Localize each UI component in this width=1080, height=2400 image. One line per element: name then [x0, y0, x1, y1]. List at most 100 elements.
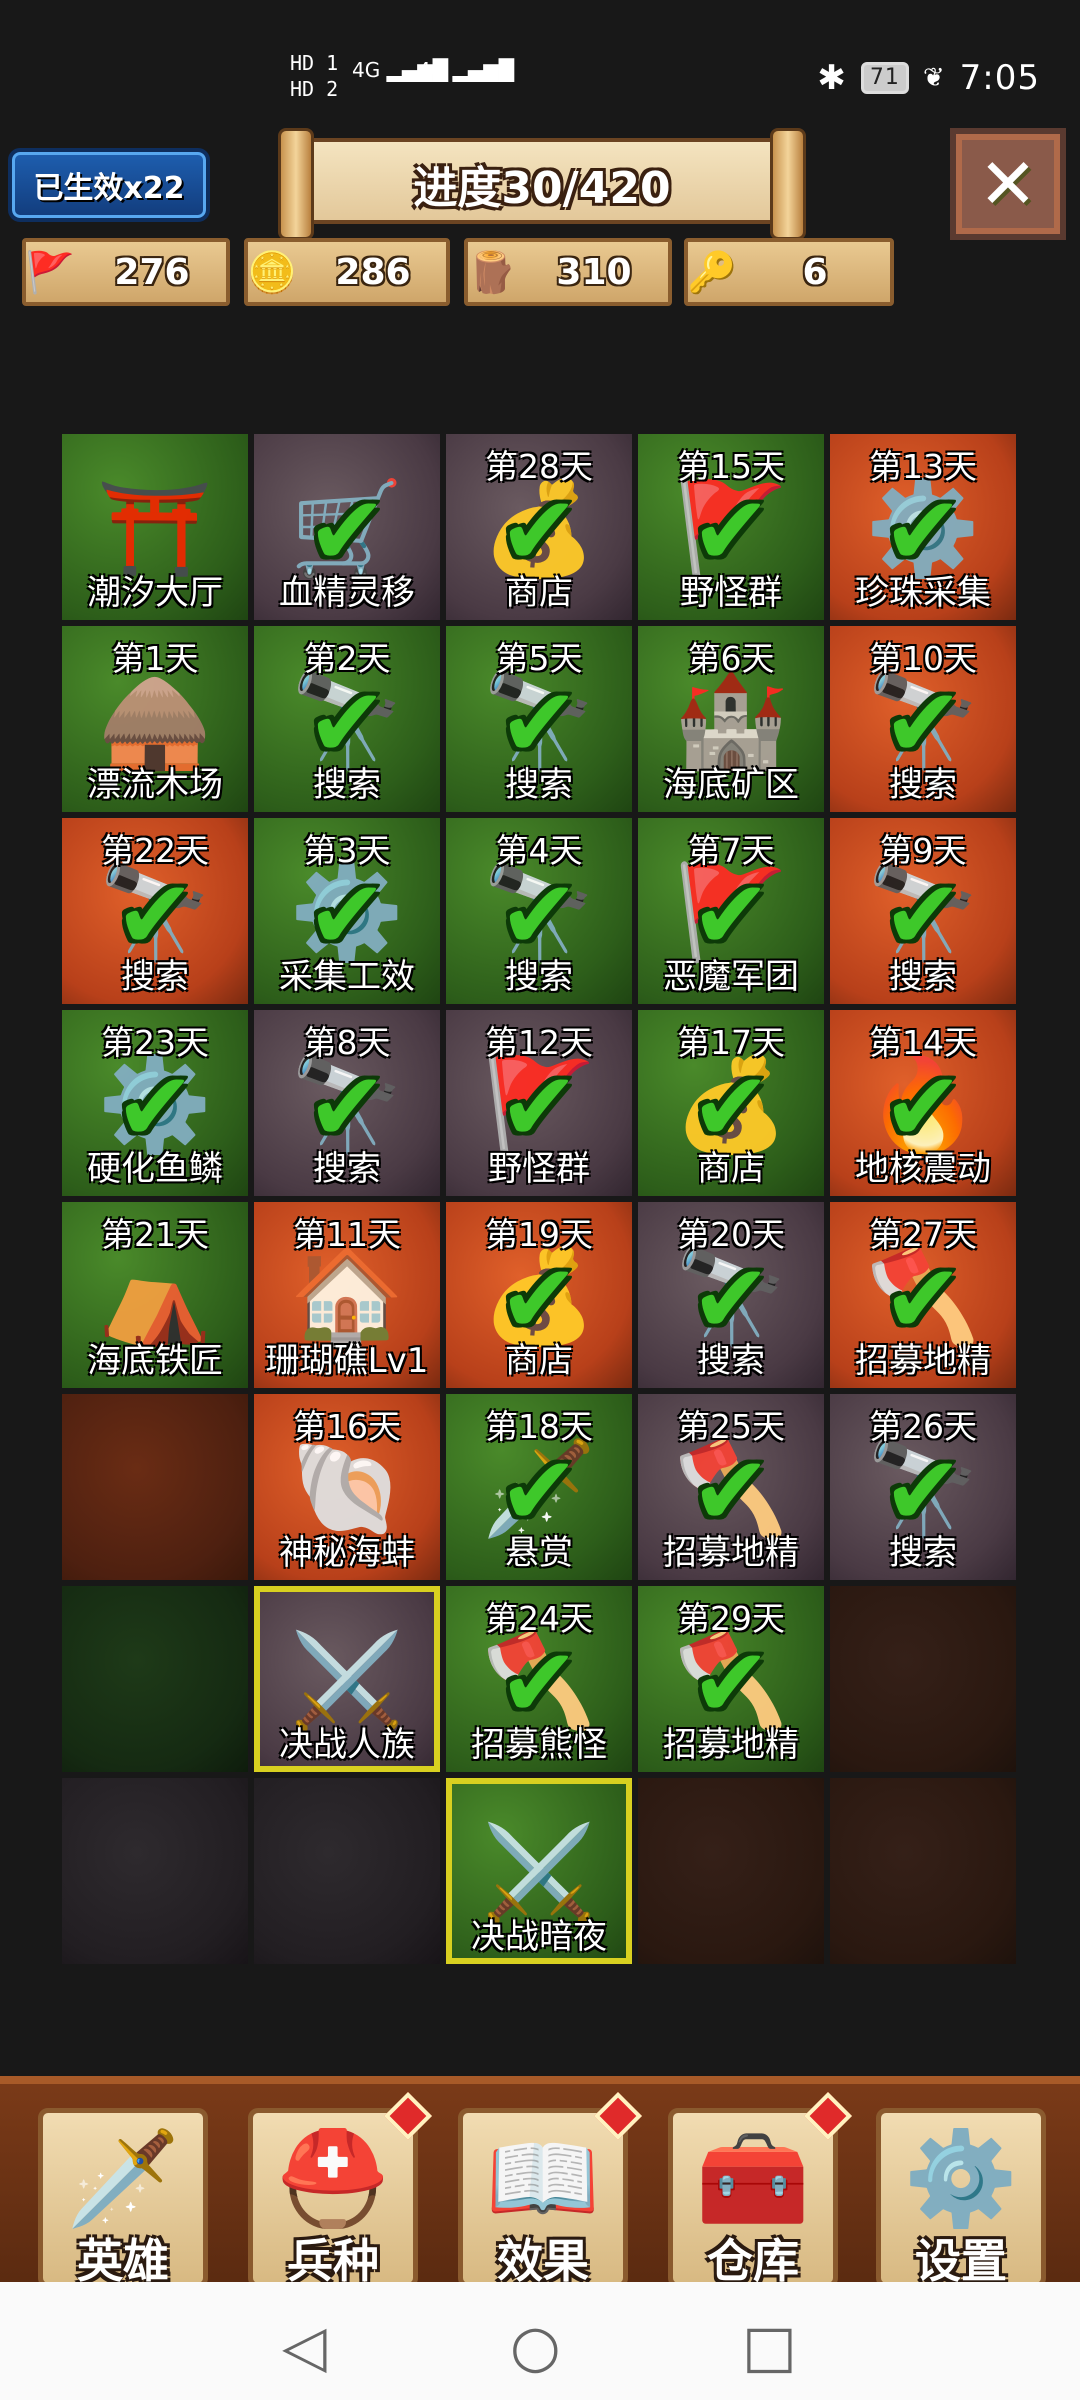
map-tile[interactable]: 🚩 ✔ 第7天 恶魔军团 [638, 818, 824, 1004]
map-tile[interactable]: 🪓 ✔ 第25天 招募地精 [638, 1394, 824, 1580]
tile-name-label: 搜索 [505, 765, 573, 805]
tile-name-label: 地核震动 [855, 1149, 991, 1189]
nav-settings-button[interactable]: ⚙️ 设置 [876, 2108, 1046, 2288]
map-tile[interactable]: 🔭 ✔ 第26天 搜索 [830, 1394, 1016, 1580]
map-tile[interactable] [62, 1394, 248, 1580]
tile-name-label: 采集工效 [279, 957, 415, 997]
status-bar: HD 1 HD 2 4G ▂▄▆█ 4G ▂▄▆█ ✱ 71 ❦ 7:05 [0, 0, 1080, 120]
home-icon[interactable]: ○ [510, 2312, 561, 2380]
map-tile[interactable]: 🔭 ✔ 第22天 搜索 [62, 818, 248, 1004]
map-tile[interactable] [830, 1778, 1016, 1964]
tile-day-label: 第24天 [485, 1599, 593, 1638]
map-tile[interactable]: 🏠 第11天 珊瑚礁Lv1 [254, 1202, 440, 1388]
map-tile[interactable]: 💰 ✔ 第17天 商店 [638, 1010, 824, 1196]
map-tile[interactable]: 💰 ✔ 第28天 商店 [446, 434, 632, 620]
tile-day-label: 第19天 [485, 1215, 593, 1254]
map-tile[interactable]: 🔭 ✔ 第2天 搜索 [254, 626, 440, 812]
resource-gold: 🪙 286 [244, 238, 450, 306]
map-tile[interactable]: ⚙️ ✔ 第3天 采集工效 [254, 818, 440, 1004]
tile-day-label: 第10天 [869, 639, 977, 678]
tile-name-label: 搜索 [121, 957, 189, 997]
tile-name-label: 搜索 [505, 957, 573, 997]
tile-name-label: 珊瑚礁Lv1 [265, 1341, 429, 1381]
map-tile[interactable]: ⛩️ 潮汐大厅 [62, 434, 248, 620]
map-tile[interactable]: 🚩 ✔ 第12天 野怪群 [446, 1010, 632, 1196]
tile-name-label: 恶魔军团 [663, 957, 799, 997]
bluetooth-icon: ✱ [817, 58, 847, 98]
map-tile[interactable] [830, 1586, 1016, 1772]
tile-day-label: 第25天 [677, 1407, 785, 1446]
wood-logs-icon: 🪵 [467, 249, 517, 296]
population-value: 276 [114, 251, 190, 293]
map-tile[interactable]: 🔭 ✔ 第5天 搜索 [446, 626, 632, 812]
back-icon[interactable]: ◁ [282, 2312, 327, 2380]
sword-icon: 🗡️ [65, 2125, 181, 2232]
resource-crystal: 🔑 6 [684, 238, 894, 306]
tile-day-label: 第3天 [303, 831, 391, 870]
map-tile[interactable]: 🐚 第16天 神秘海蚌 [254, 1394, 440, 1580]
tile-day-label: 第27天 [869, 1215, 977, 1254]
map-tile[interactable]: 🔭 ✔ 第8天 搜索 [254, 1010, 440, 1196]
tile-name-label: 商店 [697, 1149, 765, 1189]
tile-name-label: 神秘海蚌 [279, 1533, 415, 1573]
hd2-label: HD 2 [290, 77, 339, 101]
tile-name-label: 野怪群 [680, 573, 782, 613]
tile-name-label: 悬赏 [505, 1533, 573, 1573]
map-tile[interactable]: 🗡️ ✔ 第18天 悬赏 [446, 1394, 632, 1580]
map-tile[interactable]: 💰 ✔ 第19天 商店 [446, 1202, 632, 1388]
battery-indicator: 71 [860, 62, 909, 94]
tile-day-label: 第26天 [869, 1407, 977, 1446]
close-button[interactable]: ✕ [950, 128, 1066, 240]
tile-day-label: 第18天 [485, 1407, 593, 1446]
effect-badge[interactable]: 已生效x22 [8, 148, 210, 222]
map-tile[interactable] [62, 1586, 248, 1772]
map-tile[interactable]: ⚙️ ✔ 第23天 硬化鱼鳞 [62, 1010, 248, 1196]
map-tile[interactable]: ⛺ 第21天 海底铁匠 [62, 1202, 248, 1388]
tile-day-label: 第23天 [101, 1023, 209, 1062]
tile-day-label: 第16天 [293, 1407, 401, 1446]
gold-value: 286 [335, 251, 411, 293]
tile-name-label: 搜索 [697, 1341, 765, 1381]
map-tile[interactable]: 🔭 ✔ 第9天 搜索 [830, 818, 1016, 1004]
map-tile[interactable]: 🔭 ✔ 第20天 搜索 [638, 1202, 824, 1388]
map-tile[interactable]: 🪓 ✔ 第29天 招募地精 [638, 1586, 824, 1772]
tile-day-label: 第12天 [485, 1023, 593, 1062]
tile-day-label: 第2天 [303, 639, 391, 678]
tile-day-label: 第17天 [677, 1023, 785, 1062]
nav-storage-button[interactable]: 🧰 仓库 [668, 2091, 853, 2288]
hd-indicator: HD 1 HD 2 [290, 50, 338, 102]
map-tile[interactable]: ⚙️ ✔ 第13天 珍珠采集 [830, 434, 1016, 620]
map-tile[interactable] [638, 1778, 824, 1964]
map-tile[interactable]: 🚩 ✔ 第15天 野怪群 [638, 434, 824, 620]
tile-day-label: 第28天 [485, 447, 593, 486]
leaf-icon: ❦ [922, 63, 946, 93]
gear-icon: ⚙️ [903, 2125, 1019, 2232]
recent-apps-icon[interactable]: □ [742, 2312, 797, 2380]
wood-value: 310 [556, 251, 632, 293]
nav-heroes-button[interactable]: 🗡️ 英雄 [38, 2108, 208, 2288]
map-tile[interactable]: 🛒 ✔ 血精灵移 [254, 434, 440, 620]
tile-day-label: 第5天 [495, 639, 583, 678]
map-tile[interactable]: 🔭 ✔ 第10天 搜索 [830, 626, 1016, 812]
tile-name-label: 招募地精 [663, 1725, 799, 1765]
tile-name-label: 商店 [505, 573, 573, 613]
map-tile[interactable]: 🪓 ✔ 第27天 招募地精 [830, 1202, 1016, 1388]
map-tile[interactable]: ⚔️ 决战人族 [254, 1586, 440, 1772]
map-tile[interactable]: 🪓 ✔ 第24天 招募熊怪 [446, 1586, 632, 1772]
nav-effects-button[interactable]: 📖 效果 [458, 2091, 643, 2288]
tile-name-label: 商店 [505, 1341, 573, 1381]
map-tile[interactable]: ⚔️ 决战暗夜 [446, 1778, 632, 1964]
nav-units-button[interactable]: ⛑️ 兵种 [248, 2091, 433, 2288]
map-tile[interactable] [62, 1778, 248, 1964]
network-1-label: 4G [352, 58, 381, 82]
map-tile[interactable]: 🏰 第6天 海底矿区 [638, 626, 824, 812]
tile-name-label: 海底铁匠 [87, 1341, 223, 1381]
map-tile[interactable]: 🔭 ✔ 第4天 搜索 [446, 818, 632, 1004]
close-icon: ✕ [978, 143, 1038, 225]
tile-name-label: 血精灵移 [279, 573, 415, 613]
tile-day-label: 第20天 [677, 1215, 785, 1254]
map-tile[interactable]: 🛖 第1天 漂流木场 [62, 626, 248, 812]
map-tile[interactable] [254, 1778, 440, 1964]
tile-name-label: 搜索 [889, 765, 957, 805]
map-tile[interactable]: 🔥 ✔ 第14天 地核震动 [830, 1010, 1016, 1196]
